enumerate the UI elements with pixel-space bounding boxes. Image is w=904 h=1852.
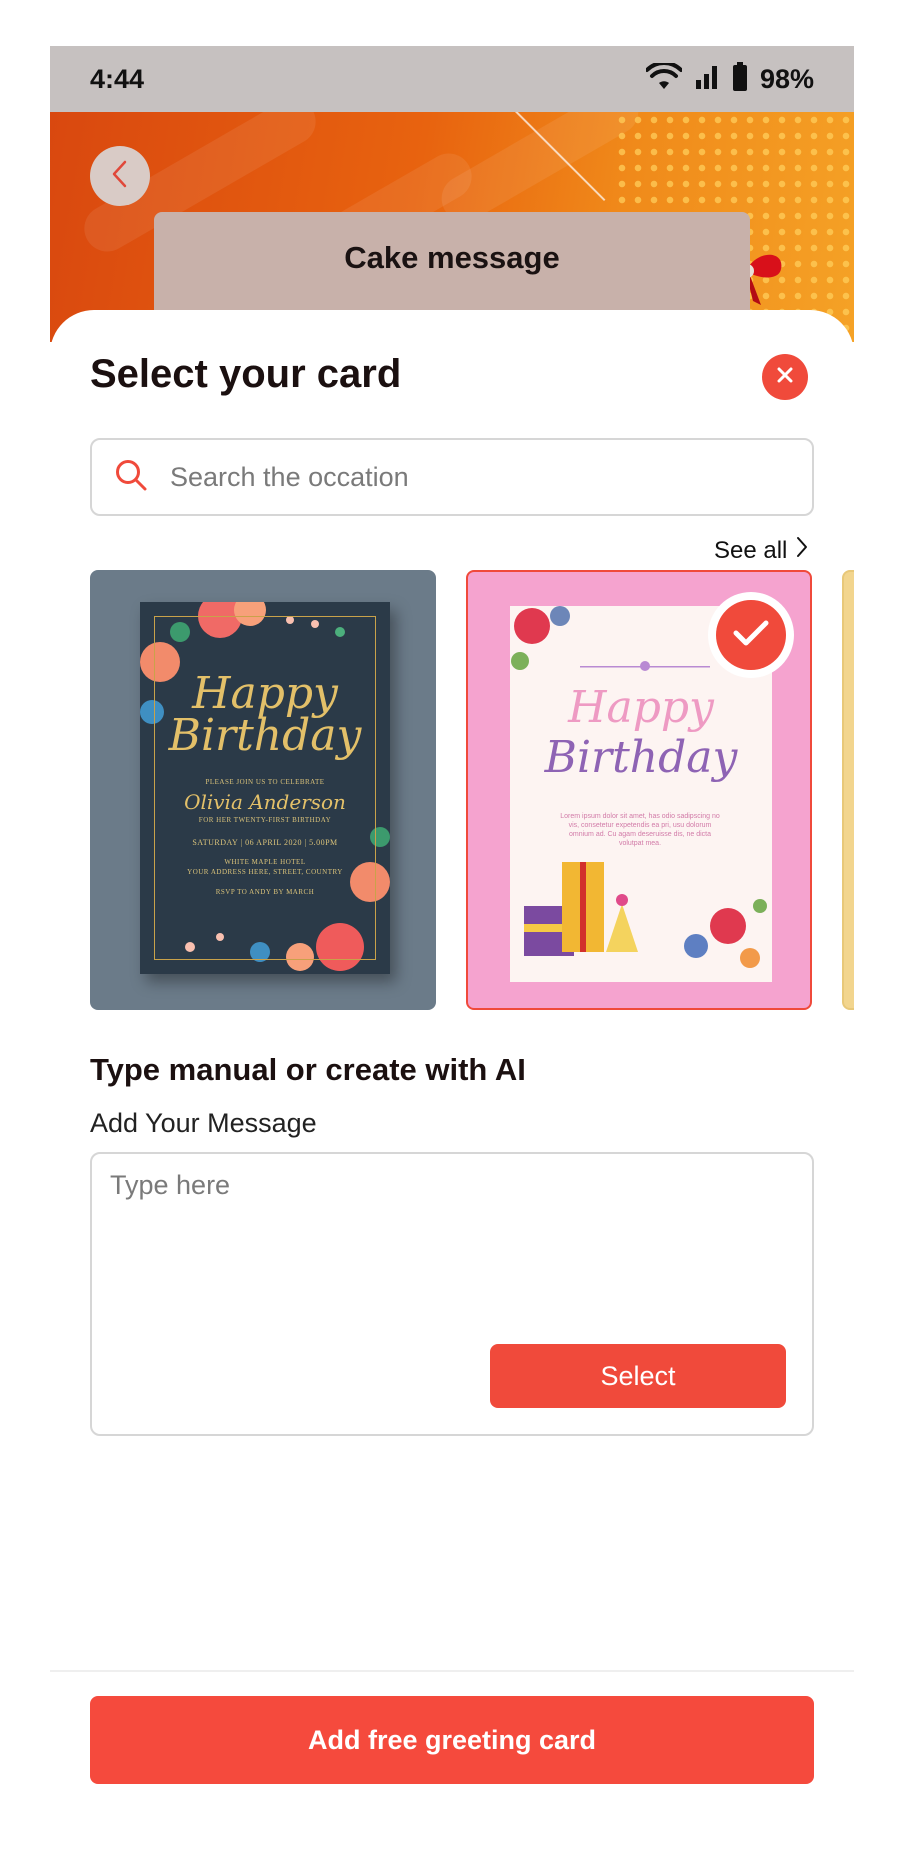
app-screen: 4:44 98% Cake message Select your card S… — [50, 46, 854, 1800]
card-address-text: WHITE MAPLE HOTEL — [224, 858, 306, 866]
signal-icon — [694, 64, 720, 95]
page-title: Cake message — [344, 240, 560, 275]
selected-badge — [708, 592, 794, 678]
chevron-left-icon — [109, 159, 131, 194]
card-happy-text: Happy — [568, 682, 714, 733]
back-button[interactable] — [90, 146, 150, 206]
search-icon — [114, 458, 148, 497]
search-box[interactable] — [90, 438, 814, 516]
sheet-title: Select your card — [90, 352, 402, 396]
greeting-card-option-selected[interactable]: Happy Birthday Lorem ipsum dolor sit ame… — [466, 570, 812, 1010]
battery-percent: 98% — [759, 63, 814, 94]
message-label: Add Your Message — [90, 1108, 317, 1138]
close-button[interactable] — [762, 354, 808, 400]
card-name-text: Olivia Anderson — [184, 790, 346, 814]
card-birthday-text: Birthday — [544, 732, 738, 783]
add-greeting-card-button[interactable]: Add free greeting card — [90, 1696, 814, 1784]
checkmark-icon — [732, 618, 770, 653]
greeting-card-option[interactable] — [842, 570, 854, 1010]
status-bar: 4:44 98% — [50, 46, 854, 112]
card-text-line: PLEASE JOIN US TO CELEBRATE — [205, 778, 325, 786]
card-carousel: Happy Birthday PLEASE JOIN US TO CELEBRA… — [90, 570, 854, 1010]
card-date-text: SATURDAY | 06 APRIL 2020 | 5.00PM — [192, 838, 338, 847]
wifi-icon — [644, 60, 683, 96]
compose-section-title: Type manual or create with AI — [90, 1052, 526, 1087]
header-title-card: Cake message — [154, 212, 750, 322]
search-input[interactable] — [170, 461, 770, 493]
status-time: 4:44 — [90, 63, 145, 94]
select-button[interactable]: Select — [490, 1344, 786, 1408]
greeting-card-option[interactable]: Happy Birthday PLEASE JOIN US TO CELEBRA… — [90, 570, 436, 1010]
footer-divider — [50, 1670, 854, 1672]
card-address-text: YOUR ADDRESS HERE, STREET, COUNTRY — [187, 868, 343, 876]
card-rsvp-text: RSVP TO ANDY BY MARCH — [215, 888, 315, 896]
see-all-label: See all — [714, 536, 788, 564]
check-badge-inner — [716, 600, 786, 670]
status-icons: 98% — [644, 60, 814, 97]
message-box: Select — [90, 1152, 814, 1436]
card-birthday-text: Birthday — [168, 710, 362, 761]
select-card-sheet: Select your card See all — [50, 310, 854, 1800]
close-icon — [776, 366, 794, 389]
chevron-right-icon — [795, 536, 809, 565]
card-text-line: FOR HER TWENTY-FIRST BIRTHDAY — [198, 816, 332, 824]
see-all-link[interactable]: See all — [714, 536, 809, 565]
battery-icon — [732, 61, 748, 97]
card-thumbnail: Happy Birthday PLEASE JOIN US TO CELEBRA… — [140, 602, 390, 974]
card-body-text: Lorem ipsum dolor sit amet, has odio sad… — [560, 813, 720, 847]
message-textarea[interactable] — [110, 1170, 790, 1330]
